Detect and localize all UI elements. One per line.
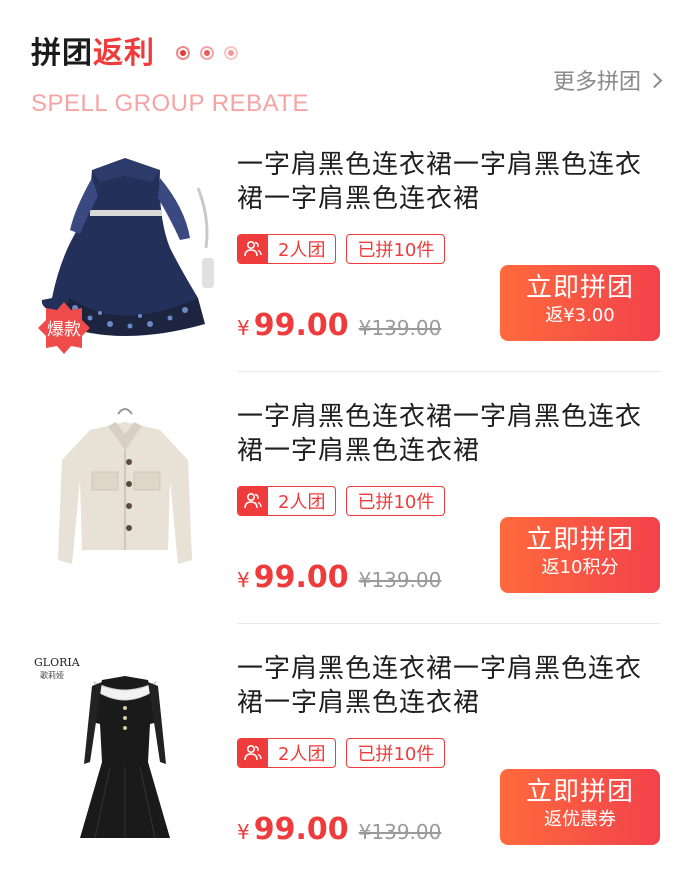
group-product-item[interactable]: GLORIA 歌莉娅 一字肩黑色连衣裙一字肩黑色连衣裙一字肩黑色连衣裙 2人团 … bbox=[0, 652, 690, 890]
joined-count-tag: 已拼10件 bbox=[346, 234, 446, 264]
original-price: ¥139.00 bbox=[358, 568, 442, 592]
group-size-tag: 2人团 bbox=[237, 486, 337, 516]
product-image-jacket[interactable] bbox=[30, 400, 220, 590]
group-size-label: 2人团 bbox=[278, 744, 326, 765]
group-price: 99.00 bbox=[253, 812, 349, 847]
product-name[interactable]: 一字肩黑色连衣裙一字肩黑色连衣裙一字肩黑色连衣裙 bbox=[237, 652, 662, 720]
join-group-button[interactable]: 立即拼团 返优惠券 bbox=[500, 769, 660, 845]
original-price: ¥139.00 bbox=[358, 316, 442, 340]
join-group-label: 立即拼团 bbox=[525, 273, 634, 303]
join-group-button[interactable]: 立即拼团 返10积分 bbox=[500, 517, 660, 593]
group-product-item[interactable]: 爆款 一字肩黑色连衣裙一字肩黑色连衣裙一字肩黑色连衣裙 2人团 已拼10件 ¥ … bbox=[0, 148, 690, 398]
join-group-label: 立即拼团 bbox=[525, 777, 634, 807]
group-users-icon bbox=[238, 235, 268, 263]
decoration-dot-icon bbox=[224, 46, 238, 60]
title-accent: 返利 bbox=[93, 36, 155, 71]
item-divider bbox=[237, 623, 660, 624]
join-group-button[interactable]: 立即拼团 返¥3.00 bbox=[500, 265, 660, 341]
currency-symbol: ¥ bbox=[237, 316, 250, 340]
group-users-icon bbox=[238, 487, 268, 515]
group-size-tag: 2人团 bbox=[237, 738, 337, 768]
hot-badge-label: 爆款 bbox=[47, 320, 81, 340]
more-groups-link[interactable]: 更多拼团 bbox=[552, 64, 663, 96]
price-block: ¥ 99.00 ¥139.00 bbox=[237, 308, 441, 343]
joined-count-label: 已拼10件 bbox=[357, 240, 435, 261]
product-tags: 2人团 已拼10件 bbox=[237, 486, 446, 516]
currency-symbol: ¥ bbox=[237, 568, 250, 592]
group-size-label: 2人团 bbox=[278, 492, 326, 513]
section-header: 拼团返利 SPELL GROUP REBATE 更多拼团 bbox=[0, 0, 690, 130]
title-main: 拼团 bbox=[31, 36, 93, 71]
title-decoration-dots bbox=[176, 46, 238, 60]
group-size-tag: 2人团 bbox=[237, 234, 337, 264]
decoration-dot-icon bbox=[176, 46, 190, 60]
price-block: ¥ 99.00 ¥139.00 bbox=[237, 560, 441, 595]
group-price: 99.00 bbox=[253, 560, 349, 595]
joined-count-label: 已拼10件 bbox=[357, 492, 435, 513]
item-divider bbox=[237, 371, 660, 372]
brand-logo-text: GLORIA bbox=[34, 656, 81, 669]
group-users-icon bbox=[238, 739, 268, 767]
hot-badge-icon: 爆款 bbox=[38, 302, 90, 354]
group-price: 99.00 bbox=[253, 308, 349, 343]
product-name[interactable]: 一字肩黑色连衣裙一字肩黑色连衣裙一字肩黑色连衣裙 bbox=[237, 400, 662, 468]
joined-count-tag: 已拼10件 bbox=[346, 486, 446, 516]
rebate-label: 返¥3.00 bbox=[545, 305, 615, 326]
group-product-item[interactable]: 一字肩黑色连衣裙一字肩黑色连衣裙一字肩黑色连衣裙 2人团 已拼10件 ¥ 99.… bbox=[0, 400, 690, 650]
product-image-black-dress[interactable]: GLORIA 歌莉娅 bbox=[30, 652, 220, 842]
product-tags: 2人团 已拼10件 bbox=[237, 738, 446, 768]
more-groups-label: 更多拼团 bbox=[552, 70, 641, 95]
rebate-label: 返10积分 bbox=[541, 557, 619, 578]
join-group-label: 立即拼团 bbox=[525, 525, 634, 555]
product-tags: 2人团 已拼10件 bbox=[237, 234, 446, 264]
group-size-label: 2人团 bbox=[278, 240, 326, 261]
brand-logo-cn: 歌莉娅 bbox=[40, 670, 64, 680]
joined-count-label: 已拼10件 bbox=[357, 744, 435, 765]
price-block: ¥ 99.00 ¥139.00 bbox=[237, 812, 441, 847]
section-subtitle: SPELL GROUP REBATE bbox=[31, 90, 309, 117]
product-name[interactable]: 一字肩黑色连衣裙一字肩黑色连衣裙一字肩黑色连衣裙 bbox=[237, 148, 662, 216]
chevron-right-icon bbox=[646, 72, 663, 88]
rebate-label: 返优惠券 bbox=[544, 809, 616, 830]
decoration-dot-icon bbox=[200, 46, 214, 60]
currency-symbol: ¥ bbox=[237, 820, 250, 844]
original-price: ¥139.00 bbox=[358, 820, 442, 844]
section-title: 拼团返利 bbox=[31, 34, 155, 74]
joined-count-tag: 已拼10件 bbox=[346, 738, 446, 768]
